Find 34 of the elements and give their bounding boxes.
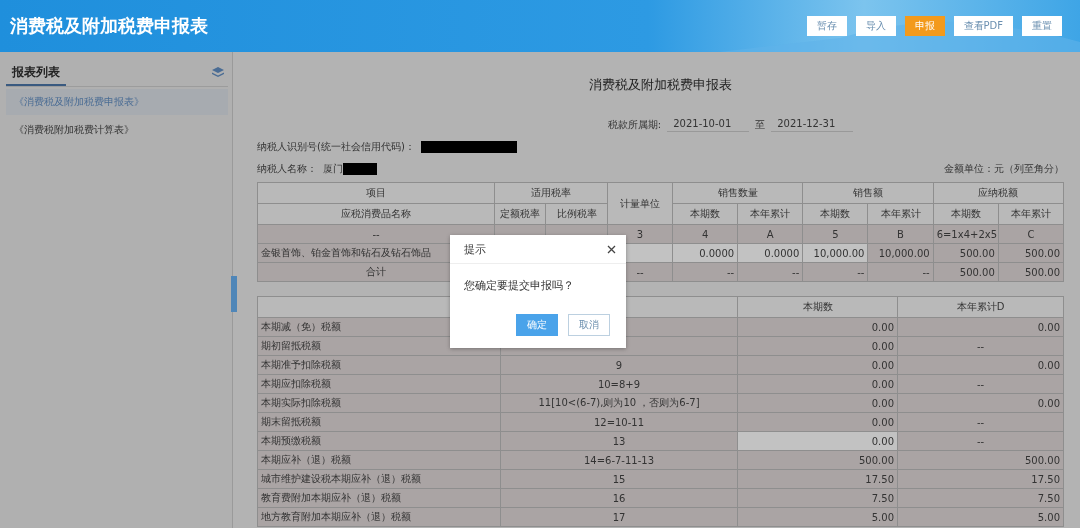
- toolbar-button[interactable]: 重置: [1022, 16, 1062, 36]
- sidebar-title: 报表列表: [6, 59, 66, 86]
- collapse-handle[interactable]: [231, 276, 237, 312]
- column-group-header: 销售额: [802, 182, 934, 204]
- taxpayer-id-label: 纳税人识别号(统一社会信用代码)：: [257, 140, 415, 154]
- toolbar-button[interactable]: 暂存: [806, 16, 847, 36]
- column-group-header: 销售数量: [672, 182, 803, 204]
- dialog-button[interactable]: 确定: [516, 314, 558, 336]
- period-separator: 至: [755, 118, 766, 132]
- close-icon[interactable]: [607, 244, 616, 254]
- column-group-header: 计量单位: [607, 182, 673, 225]
- form-title: 消费税及附加税费申报表: [588, 76, 733, 94]
- column-group-header: 适用税率: [494, 182, 608, 204]
- end-date-field[interactable]: 2021-12-31: [771, 118, 854, 132]
- column-group-header: 应纳税额: [933, 182, 1064, 204]
- start-date-field[interactable]: 2021-10-01: [667, 118, 750, 132]
- toolbar-button[interactable]: 导入: [855, 16, 896, 36]
- column-group-header: 项目: [257, 182, 495, 204]
- dialog-title: 提示: [464, 241, 486, 257]
- toolbar-button[interactable]: 查看PDF: [953, 16, 1013, 36]
- unit-note: 金额单位：元（列至角分）: [944, 162, 1064, 176]
- column-header: 本期数: [737, 296, 898, 318]
- redaction-bar: [343, 163, 377, 175]
- taxpayer-name-label: 纳税人名称：: [257, 162, 317, 176]
- taxpayer-name-value: 厦门: [323, 162, 343, 176]
- page-title: 消费税及附加税费申报表: [10, 14, 208, 38]
- dialog-button[interactable]: 取消: [568, 314, 610, 336]
- column-header: 本年累计D: [897, 296, 1064, 318]
- column-header: 应税消费品名称: [257, 203, 495, 225]
- layers-icon[interactable]: [212, 66, 224, 78]
- sidebar-item[interactable]: 《消费税及附加税费申报表》: [6, 89, 228, 115]
- sidebar-item[interactable]: 《消费税附加税费计算表》: [6, 117, 228, 143]
- toolbar-button[interactable]: 申报: [904, 16, 945, 36]
- period-label: 税款所属期:: [607, 118, 662, 132]
